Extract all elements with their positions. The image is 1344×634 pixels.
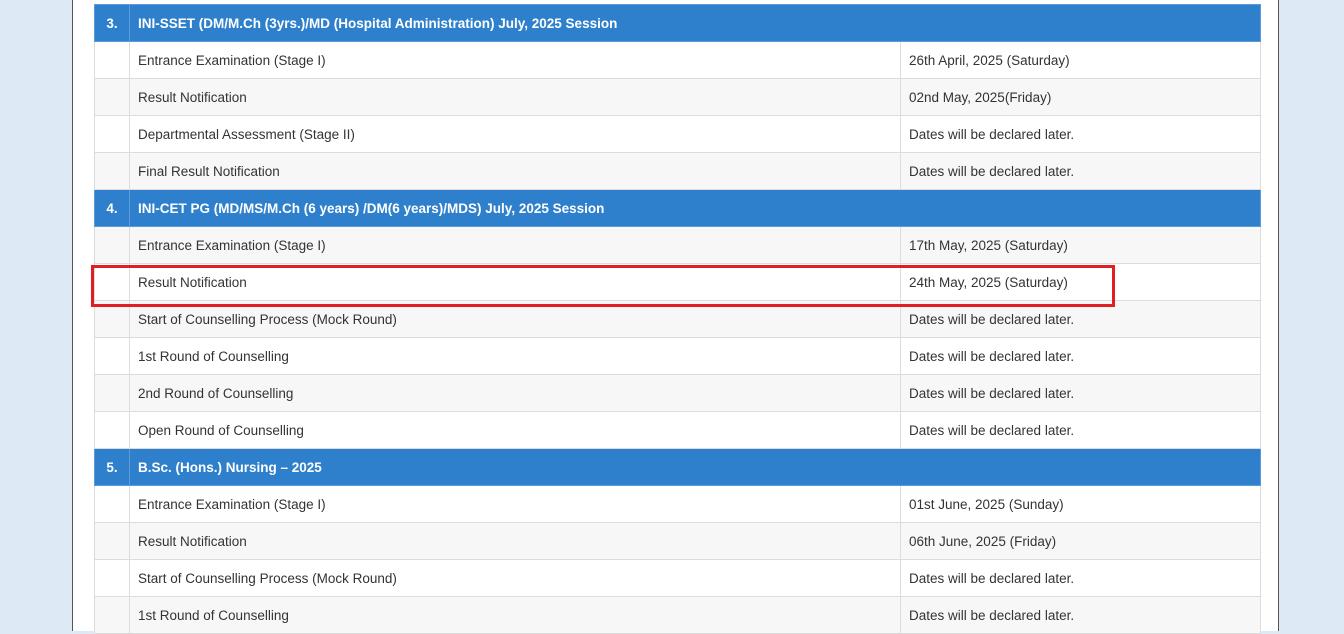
row-index-cell — [94, 78, 130, 116]
event-cell: Entrance Examination (Stage I) — [129, 41, 901, 79]
table-row: 1st Round of Counselling Dates will be d… — [94, 337, 1262, 375]
section-title: INI-CET PG (MD/MS/M.Ch (6 years) /DM(6 y… — [128, 189, 1262, 227]
date-cell: Dates will be declared later. — [899, 559, 1262, 597]
date-cell: 02nd May, 2025(Friday) — [899, 78, 1262, 116]
event-cell: Result Notification — [129, 263, 901, 301]
event-cell: Entrance Examination (Stage I) — [129, 485, 901, 523]
table-row: Open Round of Counselling Dates will be … — [94, 411, 1262, 449]
date-cell: Dates will be declared later. — [899, 300, 1262, 338]
event-cell: 1st Round of Counselling — [129, 337, 901, 375]
row-index-cell — [94, 41, 130, 79]
row-index-cell — [94, 337, 130, 375]
section-header-row: 3. INI-SSET (DM/M.Ch (3yrs.)/MD (Hospita… — [94, 4, 1262, 42]
row-index-cell — [94, 300, 130, 338]
event-cell: Entrance Examination (Stage I) — [129, 226, 901, 264]
table-row: 1st Round of Counselling Dates will be d… — [94, 596, 1262, 634]
event-cell: Result Notification — [129, 522, 901, 560]
event-cell: Result Notification — [129, 78, 901, 116]
section-header-row: 4. INI-CET PG (MD/MS/M.Ch (6 years) /DM(… — [94, 189, 1262, 227]
table-row: Start of Counselling Process (Mock Round… — [94, 559, 1262, 597]
date-cell: 17th May, 2025 (Saturday) — [899, 226, 1262, 264]
exam-schedule-table: 3. INI-SSET (DM/M.Ch (3yrs.)/MD (Hospita… — [94, 4, 1262, 634]
row-index-cell — [94, 152, 130, 190]
row-index-cell — [94, 263, 130, 301]
event-cell: 2nd Round of Counselling — [129, 374, 901, 412]
section-number: 3. — [94, 4, 130, 42]
table-row: Entrance Examination (Stage I) 01st June… — [94, 485, 1262, 523]
row-index-cell — [94, 485, 130, 523]
table-row: Departmental Assessment (Stage II) Dates… — [94, 115, 1262, 153]
row-index-cell — [94, 226, 130, 264]
date-cell: 06th June, 2025 (Friday) — [899, 522, 1262, 560]
table-row: Start of Counselling Process (Mock Round… — [94, 300, 1262, 338]
section-number: 5. — [94, 448, 130, 486]
date-cell: Dates will be declared later. — [899, 115, 1262, 153]
section-title: B.Sc. (Hons.) Nursing – 2025 — [128, 448, 1262, 486]
date-cell: Dates will be declared later. — [899, 374, 1262, 412]
page-content: 3. INI-SSET (DM/M.Ch (3yrs.)/MD (Hospita… — [72, 0, 1279, 634]
row-index-cell — [94, 411, 130, 449]
date-cell: Dates will be declared later. — [899, 337, 1262, 375]
date-cell: 01st June, 2025 (Sunday) — [899, 485, 1262, 523]
event-cell: Start of Counselling Process (Mock Round… — [129, 300, 901, 338]
table-row: Result Notification 02nd May, 2025(Frida… — [94, 78, 1262, 116]
event-cell: 1st Round of Counselling — [129, 596, 901, 634]
row-index-cell — [94, 596, 130, 634]
table-row: Entrance Examination (Stage I) 26th Apri… — [94, 41, 1262, 79]
date-cell: Dates will be declared later. — [899, 596, 1262, 634]
section-header-row: 5. B.Sc. (Hons.) Nursing – 2025 — [94, 448, 1262, 486]
row-index-cell — [94, 115, 130, 153]
row-index-cell — [94, 559, 130, 597]
event-cell: Open Round of Counselling — [129, 411, 901, 449]
date-cell: Dates will be declared later. — [899, 411, 1262, 449]
table-row-highlighted: Result Notification 24th May, 2025 (Satu… — [94, 263, 1262, 301]
date-cell: 24th May, 2025 (Saturday) — [899, 263, 1262, 301]
date-cell: Dates will be declared later. — [899, 152, 1262, 190]
event-cell: Final Result Notification — [129, 152, 901, 190]
event-cell: Start of Counselling Process (Mock Round… — [129, 559, 901, 597]
table-row: Final Result Notification Dates will be … — [94, 152, 1262, 190]
table-row: Entrance Examination (Stage I) 17th May,… — [94, 226, 1262, 264]
row-index-cell — [94, 522, 130, 560]
row-index-cell — [94, 374, 130, 412]
table-row: Result Notification 06th June, 2025 (Fri… — [94, 522, 1262, 560]
section-title: INI-SSET (DM/M.Ch (3yrs.)/MD (Hospital A… — [128, 4, 1262, 42]
section-number: 4. — [94, 189, 130, 227]
date-cell: 26th April, 2025 (Saturday) — [899, 41, 1262, 79]
table-row: 2nd Round of Counselling Dates will be d… — [94, 374, 1262, 412]
event-cell: Departmental Assessment (Stage II) — [129, 115, 901, 153]
